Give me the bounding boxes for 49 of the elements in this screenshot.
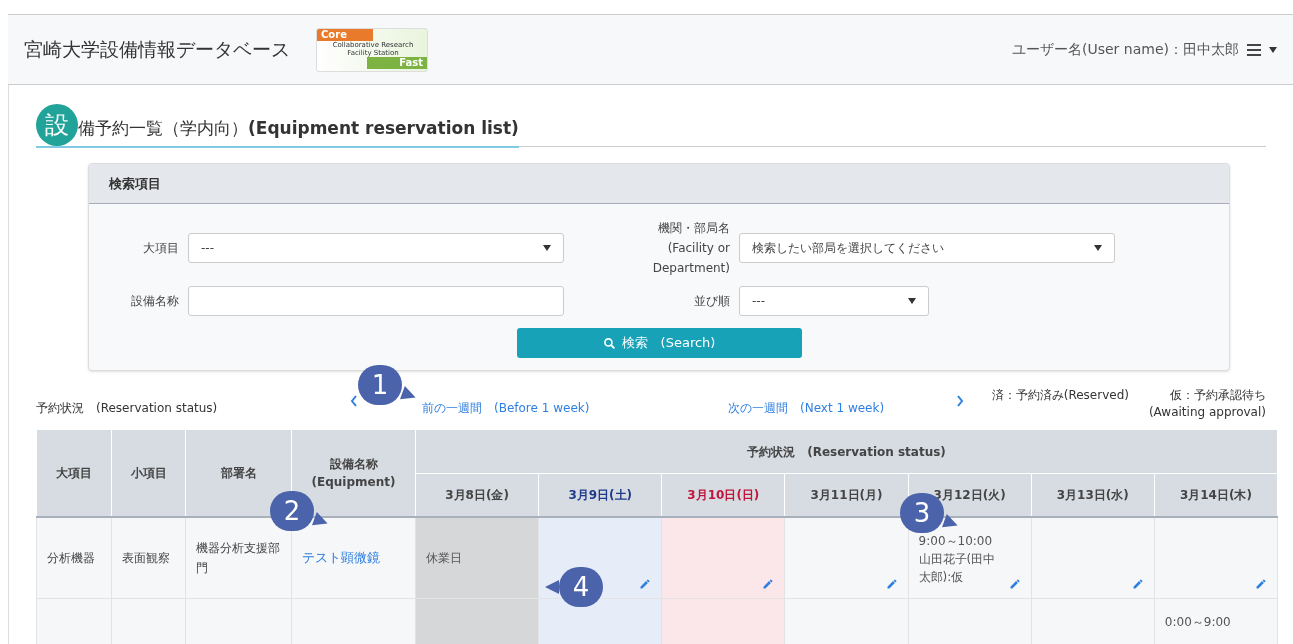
next-week-arrow[interactable]: [956, 395, 964, 407]
column-header: 予約状況 (Reservation status): [415, 429, 1278, 474]
search-icon: [602, 336, 616, 350]
pencil-icon[interactable]: [885, 578, 898, 590]
search-panel-title: 検索項目: [109, 174, 161, 193]
field-label: 設備名称: [131, 293, 179, 310]
column-header: 小項目: [111, 429, 186, 517]
pencil-icon[interactable]: [1255, 578, 1267, 590]
pencil-icon[interactable]: [1008, 578, 1021, 590]
reservation-text: 休業日: [426, 549, 463, 567]
site-title[interactable]: 宮崎大学設備情報データベース: [24, 35, 290, 64]
reservation-text: 山田花子(田中太郎):仮: [918, 550, 997, 586]
column-header: 大項目: [36, 429, 112, 517]
pencil-icon[interactable]: [639, 578, 652, 590]
date-header: 3月13日(水): [1031, 473, 1155, 517]
select-field[interactable]: 検索したい部局を選択してください: [739, 233, 1115, 263]
pencil-icon[interactable]: [1131, 578, 1144, 590]
chevron-left-icon: [350, 395, 358, 407]
previous-week-link[interactable]: 前の一週間 (Before 1 week): [422, 399, 728, 417]
table-cell: 表面観察: [111, 516, 186, 599]
time-text: 9:00～10:00: [918, 532, 994, 550]
time-text: 0:00～9:00: [1164, 614, 1232, 631]
legend-text: 済：予約済み(Reserved): [991, 387, 1129, 404]
pencil-icon[interactable]: [762, 578, 775, 590]
menu-icon: [1247, 43, 1261, 56]
caret-icon: [1094, 245, 1102, 251]
caret-icon: [543, 245, 551, 251]
next-week-link[interactable]: 次の一週間 (Next 1 week): [728, 399, 956, 417]
input-field[interactable]: [188, 286, 564, 316]
legend-text: 仮：予約承認待ち (Awaiting approval): [1148, 387, 1266, 421]
caret-icon: [908, 298, 916, 304]
equipment-link[interactable]: テスト顕微鏡: [302, 550, 380, 565]
field-label: 大項目: [143, 240, 179, 257]
select-field[interactable]: ---: [188, 233, 564, 263]
date-header: 3月8日(金): [415, 473, 539, 517]
select-field[interactable]: ---: [739, 286, 929, 316]
page-title: 備予約一覧（学内向）(Equipment reservation list): [78, 116, 519, 140]
title-badge: 設: [36, 103, 78, 146]
user-menu[interactable]: ユーザー名(User name)：田中太郎: [1012, 39, 1277, 60]
table-cell: 分析機器: [36, 516, 112, 599]
date-header: 3月14日(木): [1154, 473, 1278, 517]
date-header: 3月9日(土): [538, 473, 662, 517]
field-label: 並び順: [694, 293, 730, 310]
date-header: 3月10日(日): [661, 473, 785, 517]
field-label: 機関・部局名 (Facility or Department): [651, 220, 730, 277]
caret-icon: [1269, 46, 1277, 53]
reservation-status-label: 予約状況 (Reservation status): [36, 400, 219, 417]
date-header: 3月11日(月): [784, 473, 909, 517]
chevron-right-icon: [956, 395, 964, 407]
